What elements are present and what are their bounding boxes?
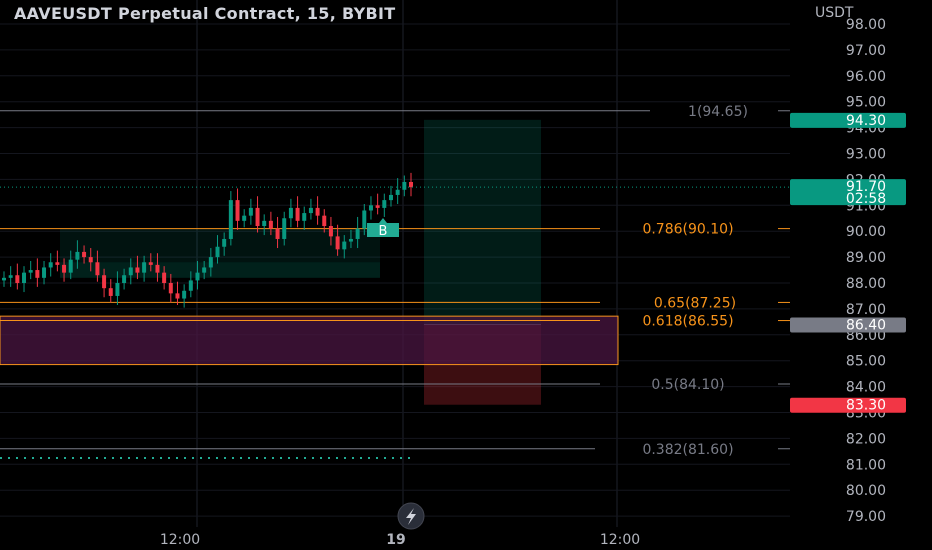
price-tick-label: 82.00 xyxy=(846,431,886,447)
candle-body xyxy=(362,210,367,229)
price-tick-label: 81.00 xyxy=(846,457,886,473)
candle-body xyxy=(55,262,60,265)
candle-body xyxy=(102,275,107,289)
price-tick-label: 93.00 xyxy=(846,147,886,163)
fib-label-2: 0.65(87.25) xyxy=(654,295,736,311)
candle-body xyxy=(22,272,27,283)
candle-body xyxy=(395,189,400,195)
price-tick-label: 90.00 xyxy=(846,224,886,240)
candle-body xyxy=(402,181,407,190)
price-tag-label-stop: 83.30 xyxy=(846,398,886,414)
price-tag-label-target: 94.30 xyxy=(846,113,886,129)
candle-body xyxy=(88,257,93,263)
candle-body xyxy=(288,207,293,219)
chart-title: AAVEUSDT Perpetual Contract, 15, BYBIT xyxy=(14,4,396,23)
candle-body xyxy=(409,181,413,188)
candle-body xyxy=(208,257,213,268)
candle-body xyxy=(222,238,227,247)
fib-label-4: 0.5(84.10) xyxy=(651,377,724,393)
candle-body xyxy=(342,241,347,250)
candle-body xyxy=(355,228,360,239)
candle-body xyxy=(242,215,247,221)
candle-body xyxy=(375,205,380,208)
price-tag-countdown: 02:58 xyxy=(846,191,886,207)
profit-zone[interactable] xyxy=(424,119,541,325)
candle-body xyxy=(168,283,173,294)
candle-body xyxy=(308,207,313,214)
candle-body xyxy=(142,262,147,273)
candle-body xyxy=(368,205,373,211)
fib-label-5: 0.382(81.60) xyxy=(642,442,733,458)
candle-body xyxy=(328,226,333,237)
price-tick-label: 84.00 xyxy=(846,380,886,396)
time-tick-label: 19 xyxy=(386,532,405,548)
candle-body xyxy=(268,220,273,229)
price-tick-label: 95.00 xyxy=(846,95,886,111)
candle-body xyxy=(315,207,320,216)
candle-body xyxy=(148,262,153,265)
price-tick-label: 98.00 xyxy=(846,17,886,33)
candle-body xyxy=(175,293,180,299)
candle-body xyxy=(248,207,253,216)
candle-body xyxy=(108,288,113,296)
fib-shade-low xyxy=(60,262,380,278)
price-tick-label: 97.00 xyxy=(846,43,886,59)
candle-body xyxy=(2,277,6,281)
candle-body xyxy=(8,275,13,278)
candle-body xyxy=(275,228,280,239)
candle-body xyxy=(122,275,127,283)
candle-body xyxy=(202,267,207,273)
time-tick-label: 12:00 xyxy=(600,532,640,548)
candle-body xyxy=(322,215,327,227)
candle-body xyxy=(348,238,353,242)
price-tick-label: 88.00 xyxy=(846,276,886,292)
candle-body xyxy=(162,272,167,283)
time-tick-label: 12:00 xyxy=(160,532,200,548)
candle-body xyxy=(15,275,20,283)
candle-body xyxy=(335,236,340,250)
price-tick-label: 80.00 xyxy=(846,483,886,499)
candle-body xyxy=(42,267,47,278)
candle-body xyxy=(382,200,387,208)
candle-body xyxy=(255,207,260,227)
candle-body xyxy=(62,264,67,273)
candle-body xyxy=(302,213,307,221)
candle-body xyxy=(235,200,240,221)
fib-label-3: 0.618(86.55) xyxy=(642,314,733,330)
price-tag-label-entry: 86.40 xyxy=(846,317,886,333)
price-tick-label: 85.00 xyxy=(846,354,886,370)
candle-body xyxy=(135,267,140,273)
price-tick-label: 87.00 xyxy=(846,302,886,318)
candle-body xyxy=(295,207,300,221)
fib-label-0: 1(94.65) xyxy=(688,104,748,120)
candle-body xyxy=(215,246,220,258)
candle-body xyxy=(35,270,40,278)
candle-body xyxy=(68,259,73,273)
price-tick-label: 89.00 xyxy=(846,250,886,266)
candle-body xyxy=(182,290,187,299)
chart-canvas[interactable]: 1(94.65) 0.786(90.10) 0.65(87.25) 0.618(86.… xyxy=(0,0,932,550)
candle-body xyxy=(48,262,53,268)
candle-body xyxy=(195,272,200,281)
candle-body xyxy=(75,251,80,260)
candle-body xyxy=(115,283,120,296)
fib-label-1: 0.786(90.10) xyxy=(642,222,733,238)
candle-body xyxy=(28,270,33,273)
candle-body xyxy=(262,220,267,227)
price-tick-label: 96.00 xyxy=(846,69,886,85)
candle-body xyxy=(228,200,233,239)
buy-marker-label: B xyxy=(379,224,388,239)
candle-body xyxy=(282,218,287,239)
candle-body xyxy=(95,262,100,276)
candle-body xyxy=(128,267,133,276)
candle-body xyxy=(155,264,160,273)
candle-body xyxy=(82,251,87,258)
candle-body xyxy=(388,194,393,201)
demand-zone[interactable] xyxy=(0,315,619,366)
candle-body xyxy=(188,280,193,291)
price-tick-label: 79.00 xyxy=(846,509,886,525)
